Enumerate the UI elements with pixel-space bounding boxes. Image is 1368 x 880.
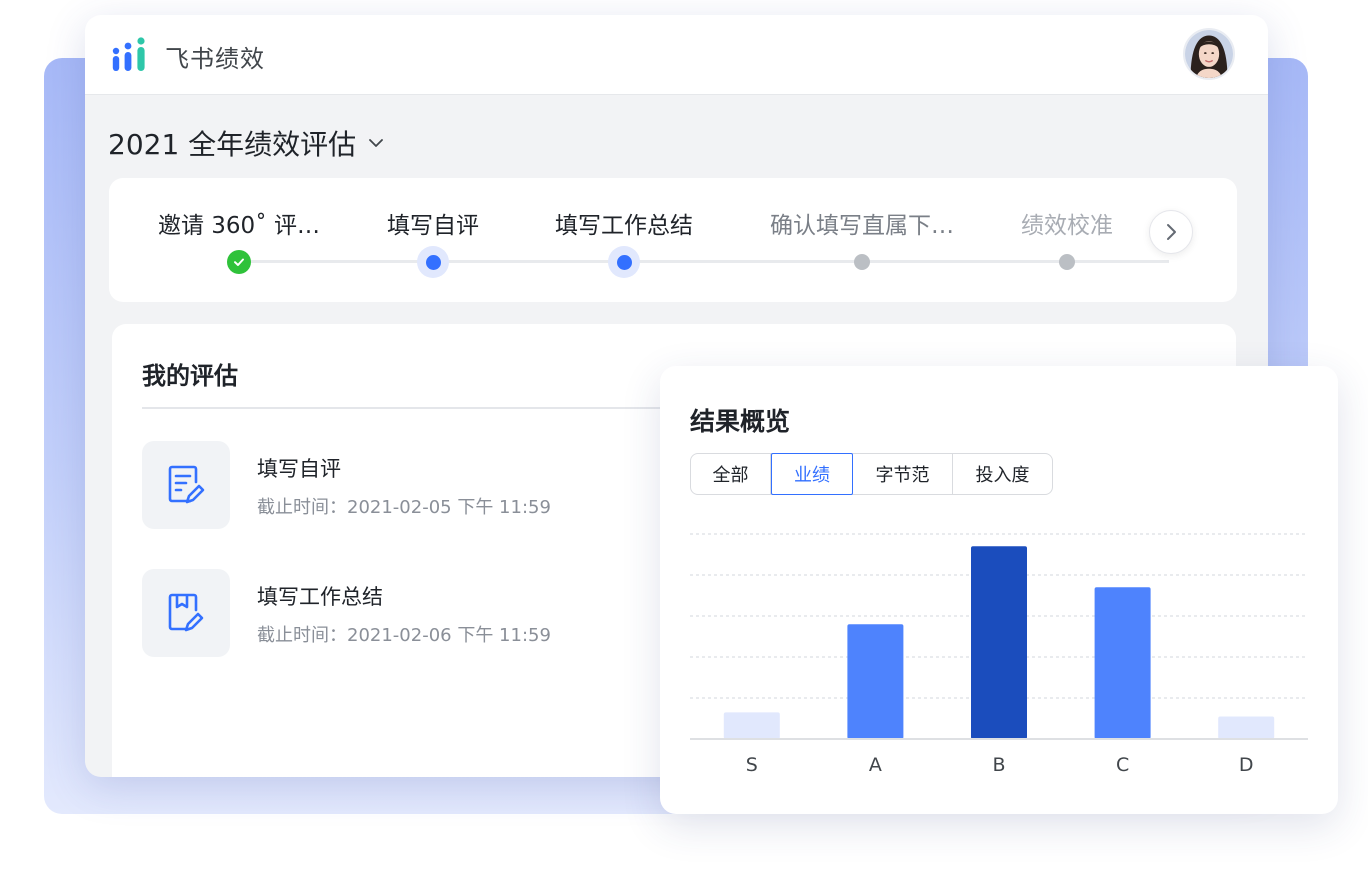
step-label-confirm-reports[interactable]: 确认填写直属下… xyxy=(770,206,954,240)
app-title: 飞书绩效 xyxy=(165,45,265,73)
task-icon-box xyxy=(142,569,230,657)
bar-a[interactable] xyxy=(847,624,904,739)
bar-b[interactable] xyxy=(971,546,1027,739)
app-header: 飞书绩效 xyxy=(85,15,1268,95)
step-label-self-review[interactable]: 填写自评 xyxy=(387,206,479,240)
task-deadline: 截止时间：2021-02-05 下午 11:59 xyxy=(257,497,551,518)
task-item-work-summary[interactable]: 填写工作总结 截止时间：2021-02-06 下午 11:59 xyxy=(142,569,662,659)
feishu-performance-logo-icon xyxy=(112,37,145,71)
process-steps: 邀请 360˚ 评… 填写自评 填写工作总结 确认填写直属下… 绩效校准 xyxy=(109,178,1237,302)
task-deadline: 截止时间：2021-02-06 下午 11:59 xyxy=(257,625,551,646)
evaluation-title: 我的评估 xyxy=(142,362,238,390)
task-name: 填写自评 xyxy=(257,457,341,481)
result-bar-chart: SABCD xyxy=(690,533,1308,776)
edit-document-icon xyxy=(168,465,205,504)
step-label-work-summary[interactable]: 填写工作总结 xyxy=(555,206,693,240)
chevron-right-icon xyxy=(1167,224,1176,240)
evaluation-divider xyxy=(142,407,672,409)
step-dot-pending xyxy=(854,254,870,270)
chevron-down-icon xyxy=(369,139,384,147)
step-dot-current xyxy=(608,246,640,278)
bar-c[interactable] xyxy=(1094,587,1151,739)
period-selector[interactable]: 2021 全年绩效评估 xyxy=(108,123,386,163)
chart-x-labels: SABCD xyxy=(746,754,1254,776)
edit-save-icon xyxy=(168,593,204,632)
step-label-calibration[interactable]: 绩效校准 xyxy=(1021,206,1113,240)
x-tick-label: C xyxy=(1116,754,1129,776)
step-dot-current xyxy=(417,246,449,278)
task-name: 填写工作总结 xyxy=(257,585,383,609)
step-label-invite-360[interactable]: 邀请 360˚ 评… xyxy=(158,206,320,240)
x-tick-label: S xyxy=(746,754,758,776)
task-icon-box xyxy=(142,441,230,529)
x-tick-label: B xyxy=(992,754,1005,776)
x-tick-label: A xyxy=(869,754,882,776)
step-dot-done xyxy=(227,250,251,274)
step-progress-line xyxy=(239,260,1169,263)
bar-s[interactable] xyxy=(723,712,780,739)
task-item-self-review[interactable]: 填写自评 截止时间：2021-02-05 下午 11:59 xyxy=(142,441,662,531)
check-icon xyxy=(234,258,244,266)
period-label: 2021 全年绩效评估 xyxy=(108,128,357,161)
user-avatar-icon xyxy=(1185,30,1233,78)
result-overview-card: 结果概览 全部 业绩 字节范 投入度 SABCD xyxy=(660,366,1338,814)
steps-next-button[interactable] xyxy=(1149,210,1193,254)
avatar[interactable] xyxy=(1183,28,1235,80)
x-tick-label: D xyxy=(1239,754,1254,776)
bar-d[interactable] xyxy=(1218,716,1275,739)
step-dot-pending xyxy=(1059,254,1075,270)
